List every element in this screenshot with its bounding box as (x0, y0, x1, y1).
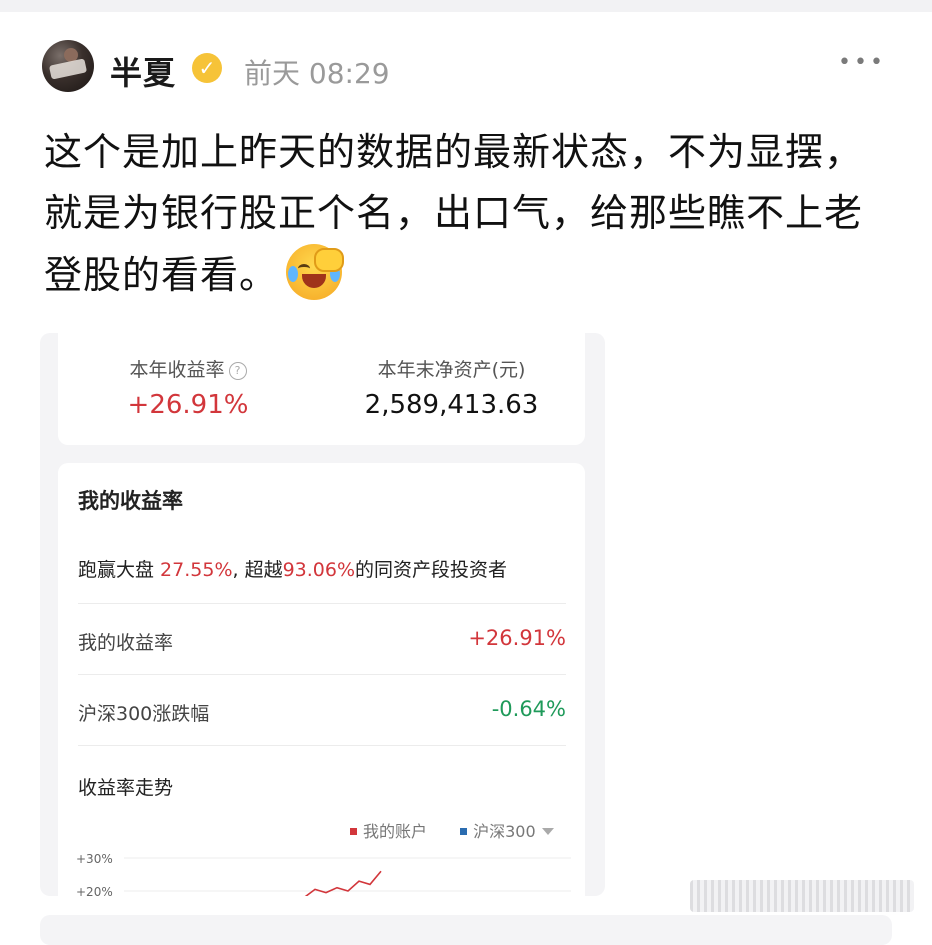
more-options-icon[interactable]: ••• (838, 50, 883, 80)
post-timestamp: 前天 08:29 (244, 57, 390, 90)
summary-card: 本年收益率? +26.91% 本年末净资产(元) 2,589,413.63 (58, 333, 585, 445)
post-header: 半夏 ✓ 前天 08:29 ••• (0, 40, 932, 96)
net-assets-value: 2,589,413.63 (364, 390, 539, 420)
ytd-return-label: 本年收益率 (129, 359, 225, 381)
embedded-screenshot[interactable]: 本年收益率? +26.91% 本年末净资产(元) 2,589,413.63 我的… (40, 333, 605, 896)
compare-mid: , 超越 (232, 559, 283, 581)
row-label: 我的收益率 (78, 632, 174, 654)
watermark (690, 880, 914, 912)
verified-badge-icon: ✓ (192, 53, 222, 83)
y-tick-label: +20% (76, 885, 113, 896)
post-text: 这个是加上昨天的数据的最新状态，不为显摆，就是为银行股正个名，出口气，给那些瞧不… (44, 130, 864, 297)
avatar[interactable] (42, 40, 94, 92)
returns-card: 我的收益率 跑赢大盘 27.55%, 超越93.06%的同资产段投资者 我的收益… (58, 463, 585, 896)
laughing-crying-facepalm-icon (286, 244, 345, 300)
legend-swatch-account (350, 828, 357, 835)
emoji-eye (298, 264, 311, 273)
net-assets-stat: 本年末净资产(元) 2,589,413.63 (318, 355, 585, 420)
legend-swatch-index (460, 828, 468, 835)
row-value: +26.91% (468, 626, 566, 650)
ytd-return-stat: 本年收益率? +26.91% (58, 355, 318, 420)
net-assets-label: 本年末净资产(元) (377, 359, 526, 381)
ytd-return-value: +26.91% (127, 390, 249, 420)
divider (78, 745, 566, 746)
benchmark-comparison: 跑赢大盘 27.55%, 超越93.06%的同资产段投资者 (78, 555, 507, 582)
top-strip (0, 0, 932, 12)
chevron-down-icon[interactable] (541, 828, 554, 835)
row-value: -0.64% (491, 697, 566, 721)
section-title: 我的收益率 (78, 489, 183, 513)
compare-suffix: 的同资产段投资者 (355, 559, 508, 581)
beat-market-value: 27.55% (160, 559, 233, 581)
index-return-row: 沪深300涨跌幅 -0.64% (78, 674, 566, 745)
trend-chart: +30% +20% (76, 852, 571, 896)
compare-prefix: 跑赢大盘 (78, 559, 161, 581)
avatar-detail (48, 58, 88, 80)
chart-legend[interactable]: 我的账户 沪深300 (350, 818, 554, 842)
legend-my-account: 我的账户 (363, 822, 428, 841)
post-body: 这个是加上昨天的数据的最新状态，不为显摆，就是为银行股正个名，出口气，给那些瞧不… (44, 122, 894, 306)
username[interactable]: 半夏 (110, 48, 176, 94)
help-icon[interactable]: ? (228, 362, 247, 380)
trend-title: 收益率走势 (78, 777, 174, 799)
emoji-tear (288, 266, 299, 282)
series-line-my-account (304, 870, 382, 896)
legend-index: 沪深300 (473, 822, 536, 841)
row-label: 沪深300涨跌幅 (78, 703, 210, 725)
exceed-investors-value: 93.06% (282, 559, 356, 581)
y-tick-label: +30% (76, 852, 113, 866)
emoji-mouth (302, 274, 327, 288)
next-post-card (40, 915, 892, 945)
my-return-row: 我的收益率 +26.91% (78, 603, 566, 674)
emoji-hand (314, 248, 345, 272)
